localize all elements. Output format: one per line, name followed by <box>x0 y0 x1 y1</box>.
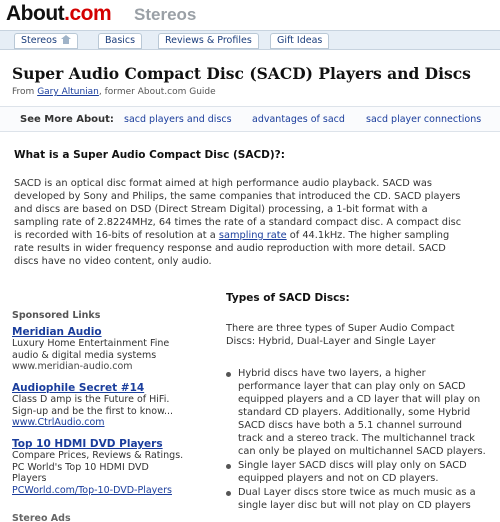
logo-text: About <box>6 2 65 25</box>
list-item-line: SACD discs have both a 5.1 channel surro… <box>238 420 462 431</box>
see-more-link-players-discs[interactable]: sacd players and discs <box>124 114 232 125</box>
ad-item: Top 10 HDMI DVD Players Compare Prices, … <box>12 438 208 496</box>
stereo-ads-label: Stereo Ads <box>12 513 71 522</box>
ad-description: Class D amp is the Future of HiFi. <box>12 394 170 405</box>
author-link[interactable]: Gary Altunian <box>37 87 99 97</box>
byline-prefix: From <box>12 87 35 97</box>
ad-description: Players <box>12 473 47 484</box>
list-item-line: can only be played on multichannel SACD … <box>238 446 486 457</box>
intro-line: developed by Sony and Philips, the same … <box>14 191 461 202</box>
ad-item: Meridian Audio Luxury Home Entertainment… <box>12 326 208 372</box>
list-item: Hybrid discs have two layers, a higher p… <box>226 367 496 458</box>
intro-paragraph: SACD is an optical disc format aimed at … <box>14 177 492 268</box>
sponsored-title: Sponsored Links <box>12 310 101 321</box>
list-item: Dual Layer discs store twice as much mus… <box>226 486 496 512</box>
see-more-link-connections[interactable]: sacd player connections <box>366 114 481 125</box>
byline: From Gary Altunian, former About.com Gui… <box>12 87 216 97</box>
intro-line: sampling rate of 2.8224MHz, 64 times the… <box>14 217 462 228</box>
byline-suffix: , former About.com Guide <box>98 87 216 97</box>
ad-description: Luxury Home Entertainment Fine <box>12 338 170 349</box>
masthead: About.com Stereos <box>0 0 500 30</box>
list-item-line: single layer disc but will not play on C… <box>238 500 471 511</box>
tab-reviews-profiles[interactable]: Reviews & Profiles <box>158 33 259 49</box>
tab-gift-ideas-label: Gift Ideas <box>277 35 323 46</box>
ad-title-link[interactable]: Meridian Audio <box>12 326 208 338</box>
list-item-line: track and a stereo track. The multichann… <box>238 433 475 444</box>
tab-stereos[interactable]: Stereos <box>14 33 78 49</box>
ad-url[interactable]: www.meridian-audio.com <box>12 361 208 372</box>
ad-description: PC World's Top 10 HDMI DVD <box>12 461 149 473</box>
ad-description: audio & digital media systems <box>12 349 157 361</box>
intro-text: is recorded with 16-bits of resolution a… <box>14 230 219 241</box>
article-heading: What is a Super Audio Compact Disc (SACD… <box>14 149 285 161</box>
home-icon <box>60 35 71 44</box>
nav-bar: Stereos Basics Reviews & Profiles Gift I… <box>0 30 500 50</box>
ad-title-link[interactable]: Audiophile Secret #14 <box>12 382 208 394</box>
intro-line: is recorded with 16-bits of resolution a… <box>14 229 492 242</box>
list-item-line: equipped players and a CD layer that wil… <box>238 394 481 405</box>
list-item-line: Dual Layer discs store twice as much mus… <box>238 487 476 498</box>
types-intro-line: Discs: Hybrid, Dual-Layer and Single Lay… <box>226 336 436 347</box>
ad-title-link[interactable]: Top 10 HDMI DVD Players <box>12 438 208 450</box>
tab-gift-ideas[interactable]: Gift Ideas <box>270 33 330 49</box>
page-title: Super Audio Compact Disc (SACD) Players … <box>12 64 471 83</box>
tab-stereos-label: Stereos <box>21 35 57 46</box>
logo-suffix: .com <box>64 2 112 25</box>
ad-url[interactable]: www.CtrlAudio.com <box>12 417 208 428</box>
tab-basics-label: Basics <box>105 35 136 46</box>
list-item: Single layer SACD discs will play only o… <box>226 459 496 485</box>
list-item-line: performance layer that can play only on … <box>238 381 466 392</box>
ad-description: Compare Prices, Reviews & Ratings. <box>12 450 184 461</box>
intro-text: of 44.1kHz. The higher sampling <box>286 230 450 241</box>
types-heading: Types of SACD Discs: <box>226 292 350 304</box>
sampling-rate-link[interactable]: sampling rate <box>219 230 287 241</box>
see-more-link-advantages[interactable]: advantages of sacd <box>252 114 345 125</box>
intro-line: SACD is an optical disc format aimed at … <box>14 178 433 189</box>
intro-line: discs have no video content, only audio. <box>14 256 212 267</box>
tab-basics[interactable]: Basics <box>98 33 143 49</box>
list-item-line: equipped players and not on CD players. <box>238 473 439 484</box>
about-logo[interactable]: About.com <box>6 2 112 26</box>
list-item-line: standard CD players. Additionally, some … <box>238 407 471 418</box>
types-list: Hybrid discs have two layers, a higher p… <box>226 367 496 513</box>
ad-description: Sign-up and be the first to know... <box>12 405 174 417</box>
types-intro-line: There are three types of Super Audio Com… <box>226 323 455 334</box>
list-item-line: Single layer SACD discs will play only o… <box>238 460 467 471</box>
tab-reviews-label: Reviews & Profiles <box>165 35 252 46</box>
list-item-line: Hybrid discs have two layers, a higher <box>238 368 426 379</box>
see-more-bar: See More About: sacd players and discs a… <box>0 106 500 132</box>
site-name[interactable]: Stereos <box>134 5 196 25</box>
ad-url[interactable]: PCWorld.com/Top-10-DVD-Players <box>12 485 208 496</box>
types-intro: There are three types of Super Audio Com… <box>226 322 454 348</box>
see-more-label: See More About: <box>20 114 114 125</box>
intro-line: and discs are based on DSD (Direct Strea… <box>14 204 428 215</box>
intro-line: rate results in wider frequency response… <box>14 243 446 254</box>
ad-item: Audiophile Secret #14 Class D amp is the… <box>12 382 208 428</box>
